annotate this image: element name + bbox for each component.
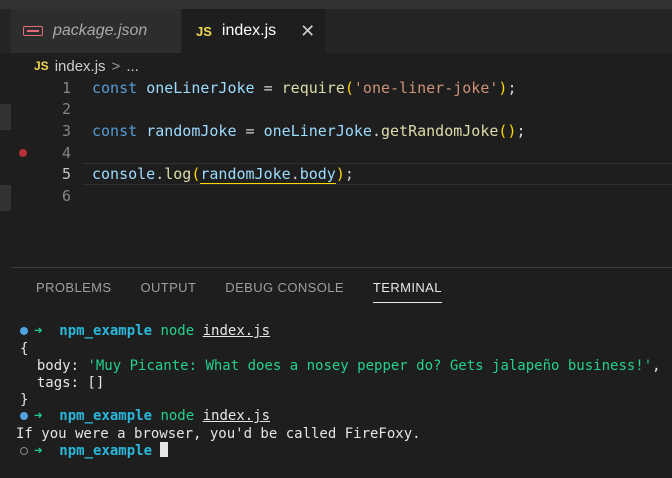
tab-label: index.js [221, 22, 277, 39]
tab-package-json[interactable]: package.json [11, 9, 181, 53]
tab-index-js[interactable]: JS index.js ✕ [182, 9, 325, 53]
code-text: const randomJoke = oneLinerJoke.getRando… [92, 122, 526, 140]
line-number: 2 [61, 100, 71, 118]
breadcrumb-symbols[interactable]: ... [126, 58, 139, 75]
panel-divider [11, 267, 672, 268]
js-file-icon: JS [34, 59, 49, 73]
line-number: 3 [61, 122, 71, 140]
breadcrumb: JS index.js > ... [34, 55, 139, 77]
code-text: console.log(randomJoke.body); [92, 165, 354, 184]
line-number: 6 [61, 187, 71, 205]
editor-tab-bar: package.json JS index.js ✕ [0, 9, 672, 53]
code-line: 2 [11, 98, 672, 120]
js-file-icon: JS [196, 23, 212, 39]
terminal-output-line: } [20, 392, 29, 408]
terminal-output-line: tags: [] [36, 375, 105, 391]
terminal-cursor [160, 442, 169, 457]
terminal-output-line: { [20, 341, 29, 357]
code-line: 1 const oneLinerJoke = require('one-line… [11, 77, 672, 99]
command-success-icon[interactable] [20, 327, 28, 335]
terminal-prompt-line: ➜ npm_example [34, 442, 169, 460]
close-icon[interactable]: ✕ [300, 22, 315, 40]
panel-tabs: PROBLEMS OUTPUT DEBUG CONSOLE TERMINAL [36, 278, 471, 303]
tab-label: package.json [53, 22, 148, 39]
code-text: const oneLinerJoke = require('one-liner-… [92, 79, 517, 97]
terminal-output-line: If you were a browser, you'd be called F… [16, 426, 421, 442]
terminal-output-line: body: 'Muy Picante: What does a nosey pe… [36, 358, 661, 374]
line-number: 1 [61, 79, 71, 97]
code-line: 4 [11, 142, 672, 164]
tab-terminal[interactable]: TERMINAL [372, 278, 442, 303]
code-line: 3 const randomJoke = oneLinerJoke.getRan… [11, 120, 672, 142]
tab-debug-console[interactable]: DEBUG CONSOLE [225, 278, 344, 302]
line-number: 4 [61, 144, 71, 162]
activity-bar-highlight [0, 185, 11, 211]
tab-output[interactable]: OUTPUT [140, 278, 196, 302]
terminal-prompt-line: ➜ npm_example node index.js [34, 323, 271, 339]
breadcrumb-file[interactable]: index.js [55, 58, 106, 75]
activity-bar-highlight [0, 104, 11, 130]
command-pending-icon[interactable] [20, 447, 28, 455]
chevron-right-icon: > [111, 57, 121, 75]
json-file-icon [23, 26, 43, 36]
line-number: 5 [61, 165, 71, 183]
terminal-prompt-line: ➜ npm_example node index.js [34, 408, 271, 424]
code-editor[interactable]: 1 const oneLinerJoke = require('one-line… [11, 77, 672, 267]
code-line: 6 [11, 185, 672, 207]
code-line: 5 console.log(randomJoke.body); [11, 163, 672, 185]
command-success-icon[interactable] [20, 412, 28, 420]
tab-problems[interactable]: PROBLEMS [36, 278, 111, 302]
title-strip [0, 0, 672, 9]
